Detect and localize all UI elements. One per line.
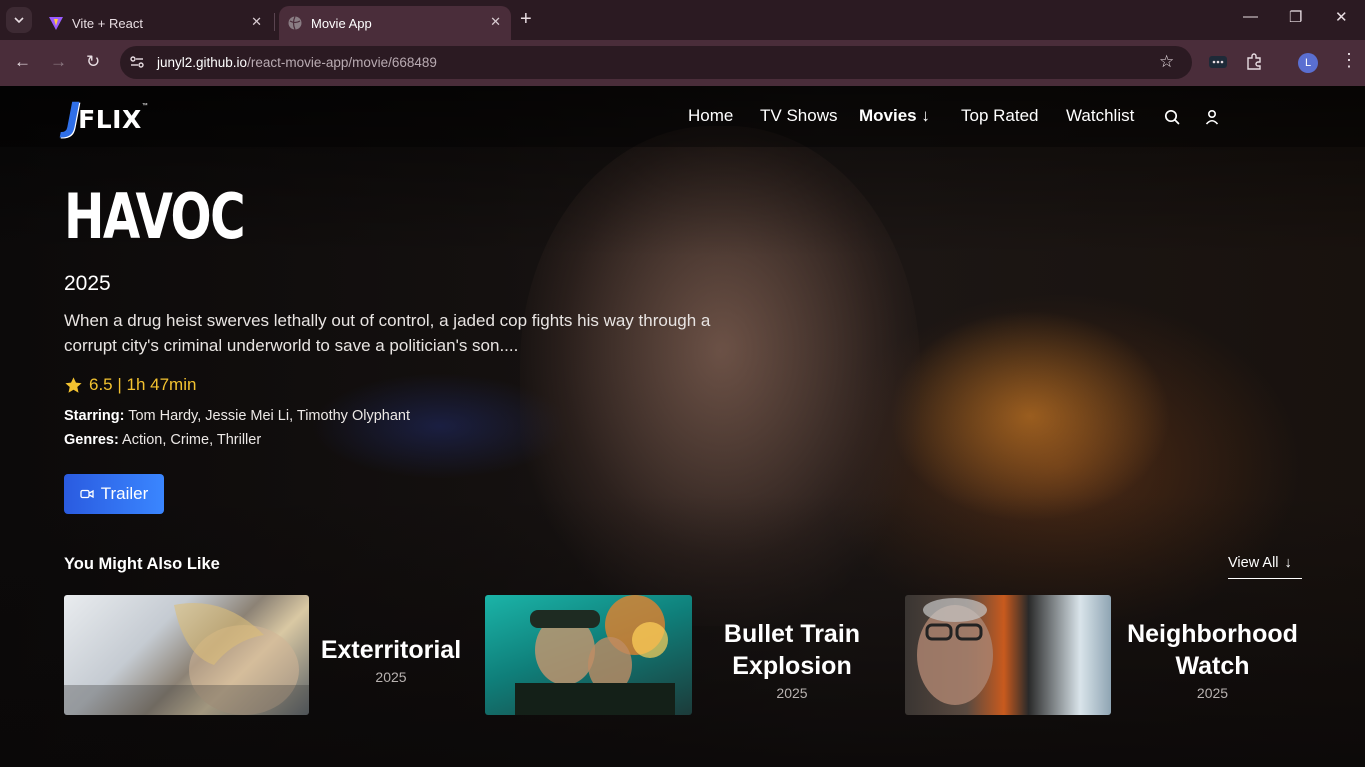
minimize-icon[interactable]: —: [1243, 8, 1258, 25]
starring-line: Starring: Tom Hardy, Jessie Mei Li, Timo…: [64, 408, 410, 424]
browser-tab-strip: Vite + React ✕ Movie App ✕ + — ❐ ✕: [0, 0, 1365, 40]
logo-text: FLIX: [78, 105, 142, 134]
new-tab-button[interactable]: +: [520, 8, 532, 31]
url-host: junyl2.github.io: [157, 55, 248, 70]
nav-movies-dropdown[interactable]: Movies ↓: [859, 106, 930, 126]
nav-top-rated[interactable]: Top Rated: [961, 106, 1039, 126]
tab-movie-app[interactable]: Movie App ✕: [279, 6, 511, 40]
url-text[interactable]: junyl2.github.io/react-movie-app/movie/6…: [157, 55, 437, 70]
recommendation-poster[interactable]: [485, 595, 692, 715]
view-all-link[interactable]: View All ↓: [1228, 555, 1302, 579]
movie-overview: When a drug heist swerves lethally out o…: [64, 311, 711, 355]
starring-label: Starring:: [64, 408, 125, 424]
close-tab-icon[interactable]: ✕: [490, 14, 501, 30]
movie-rating: 6.5 | 1h 47min: [64, 375, 196, 395]
vite-icon: [48, 15, 64, 31]
genres-line: Genres: Action, Crime, Thriller: [64, 432, 261, 448]
recommendation-title[interactable]: Exterritorial: [315, 634, 467, 666]
poster-artwork: [515, 595, 675, 715]
back-icon[interactable]: ←: [14, 52, 31, 72]
starring-value: Tom Hardy, Jessie Mei Li, Timothy Olypha…: [128, 408, 410, 424]
reload-icon[interactable]: ↻: [86, 52, 100, 72]
tab-title: Movie App: [311, 15, 372, 31]
profile-avatar[interactable]: L: [1298, 53, 1318, 73]
bookmark-star-icon[interactable]: ☆: [1159, 52, 1174, 72]
arrow-down-icon: ↓: [1284, 555, 1292, 571]
globe-icon: [287, 15, 303, 31]
extension-dots-icon[interactable]: [1208, 52, 1228, 72]
recommendation-year: 2025: [1196, 685, 1229, 701]
movie-year: 2025: [64, 272, 111, 295]
browser-menu-icon[interactable]: ⋮: [1340, 50, 1358, 71]
close-window-icon[interactable]: ✕: [1335, 8, 1348, 26]
section-heading: You Might Also Like: [64, 555, 220, 573]
tab-divider: [274, 13, 275, 31]
restore-icon[interactable]: ❐: [1289, 8, 1302, 26]
movie-title: HAVOC: [64, 180, 246, 253]
site-settings-icon[interactable]: [128, 53, 146, 71]
star-icon: [65, 376, 82, 393]
logo-trademark: ™: [141, 103, 148, 109]
nav-tv-shows[interactable]: TV Shows: [760, 106, 837, 126]
rating-text: 6.5 | 1h 47min: [89, 375, 197, 394]
view-all-label: View All: [1228, 555, 1279, 571]
poster-artwork: [64, 603, 309, 715]
extensions-puzzle-icon[interactable]: [1244, 52, 1264, 72]
recommendation-year: 2025: [776, 685, 808, 701]
search-icon[interactable]: [1163, 108, 1181, 126]
nav-watchlist[interactable]: Watchlist: [1066, 106, 1134, 126]
recommendation-year: 2025: [375, 669, 407, 685]
genres-value: Action, Crime, Thriller: [122, 432, 262, 448]
video-camera-icon: [80, 489, 94, 499]
recommendation-poster[interactable]: [905, 595, 1111, 715]
url-path: /react-movie-app/movie/668489: [247, 55, 437, 70]
recommendation-poster[interactable]: [64, 595, 309, 715]
close-tab-icon[interactable]: ✕: [251, 14, 262, 30]
recommendation-title[interactable]: Bullet Train Explosion: [712, 618, 872, 682]
chevron-down-icon: [14, 17, 24, 24]
user-icon[interactable]: [1203, 108, 1221, 126]
tab-search-button[interactable]: [6, 7, 32, 33]
recommendation-title[interactable]: Neighborhood Watch: [1120, 618, 1305, 682]
forward-icon[interactable]: →: [50, 52, 67, 72]
tab-title: Vite + React: [72, 15, 143, 31]
site-logo[interactable]: J FLIX ™: [66, 95, 148, 136]
genres-label: Genres:: [64, 432, 119, 448]
site-header: J FLIX ™ Home TV Shows Movies ↓ Top Rate…: [0, 86, 1365, 147]
poster-artwork: [917, 598, 993, 705]
tab-vite-react[interactable]: Vite + React ✕: [40, 6, 272, 40]
trailer-label: Trailer: [100, 484, 149, 503]
trailer-button[interactable]: Trailer: [64, 474, 164, 514]
page-viewport: J FLIX ™ Home TV Shows Movies ↓ Top Rate…: [0, 86, 1365, 767]
nav-home[interactable]: Home: [688, 106, 733, 126]
